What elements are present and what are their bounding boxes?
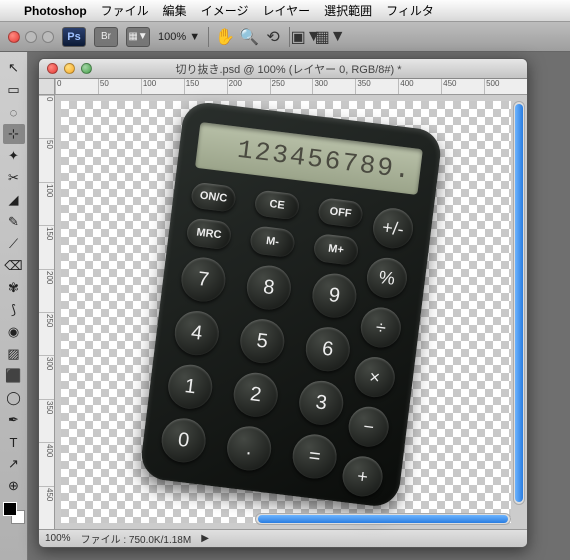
- menu-file[interactable]: ファイル: [101, 2, 149, 19]
- doc-close-icon[interactable]: [47, 63, 58, 74]
- calc-btn-3: 3: [297, 378, 346, 427]
- tool-lasso[interactable]: ◌: [3, 102, 25, 122]
- calc-btn-2: 2: [231, 370, 280, 419]
- vertical-scrollbar[interactable]: [513, 101, 525, 505]
- tool-dodge[interactable]: ⬛: [3, 366, 25, 386]
- menu-layer[interactable]: レイヤー: [262, 2, 310, 19]
- calc-btn-div: ÷: [359, 305, 404, 350]
- document-titlebar[interactable]: 切り抜き.psd @ 100% (レイヤー 0, RGB/8#) *: [39, 59, 527, 79]
- menubar: Photoshop ファイル 編集 イメージ レイヤー 選択範囲 フィルタ: [0, 0, 570, 22]
- tool-heal[interactable]: ✎: [3, 212, 25, 232]
- tool-slice[interactable]: ✂: [3, 168, 25, 188]
- calc-btn-dot: .: [225, 424, 274, 473]
- hand-tool-icon[interactable]: ✋: [217, 29, 233, 45]
- horizontal-scrollbar[interactable]: [255, 513, 511, 525]
- calc-btn-sub: −: [346, 404, 391, 449]
- tool-blur[interactable]: ▨: [3, 344, 25, 364]
- zoom-tool-icon[interactable]: 🔍: [241, 29, 257, 45]
- tool-shape[interactable]: ↗: [3, 454, 25, 474]
- calc-btn-7: 7: [179, 255, 228, 304]
- close-icon[interactable]: [8, 31, 20, 43]
- calc-btn-6: 6: [303, 325, 352, 374]
- calc-btn-5: 5: [238, 317, 287, 366]
- tool-wand[interactable]: ⊹: [3, 124, 25, 144]
- tool-pen[interactable]: ◯: [3, 388, 25, 408]
- canvas[interactable]: 123456789. ON/C CE OFF MRC M- M+ 789: [55, 95, 527, 529]
- tool-crop[interactable]: ✦: [3, 146, 25, 166]
- calculator-image: 123456789. ON/C CE OFF MRC M- M+ 789: [139, 100, 443, 509]
- status-arrow-icon[interactable]: ▶: [201, 533, 209, 544]
- calc-btn-onc: ON/C: [190, 182, 237, 213]
- tool-3d[interactable]: ⊕: [3, 476, 25, 496]
- calc-btn-mul: ×: [352, 355, 397, 400]
- calc-btn-add: +: [340, 454, 385, 499]
- zoom-level[interactable]: 100% ▼: [158, 31, 200, 43]
- calc-btn-plusminus: +/-: [371, 206, 416, 251]
- calc-display: 123456789.: [195, 122, 423, 195]
- tool-eraser[interactable]: ⟆: [3, 300, 25, 320]
- screen-mode-icon[interactable]: ▣▼: [298, 29, 314, 45]
- separator: [208, 27, 209, 47]
- calc-btn-4: 4: [172, 309, 221, 358]
- calc-btn-ce: CE: [254, 189, 301, 220]
- calc-btn-0: 0: [159, 416, 208, 465]
- ps-icon[interactable]: Ps: [62, 27, 86, 47]
- status-zoom[interactable]: 100%: [45, 533, 71, 544]
- tool-eyedropper[interactable]: ◢: [3, 190, 25, 210]
- tool-stamp[interactable]: ⌫: [3, 256, 25, 276]
- workspace: ↖ ▭ ◌ ⊹ ✦ ✂ ◢ ✎ ⟋ ⌫ ✾ ⟆ ◉ ▨ ⬛ ◯ ✒ T ↗ ⊕ …: [0, 52, 570, 560]
- calc-btn-mplus: M+: [312, 233, 359, 266]
- minimize-icon[interactable]: [25, 31, 37, 43]
- vscroll-thumb[interactable]: [515, 104, 523, 502]
- ruler-vertical: 050100150200250300350400450: [39, 95, 55, 529]
- ruler-corner: [39, 79, 55, 95]
- calc-btn-off: OFF: [317, 197, 364, 228]
- calc-btn-mminus: M-: [249, 225, 296, 258]
- menu-image[interactable]: イメージ: [201, 2, 249, 19]
- options-bar: Ps Br ▦▼ 100% ▼ ✋ 🔍 ⟲ ▣▼ ▦▼: [0, 22, 570, 52]
- tool-gradient[interactable]: ◉: [3, 322, 25, 342]
- optbar-traffic: [8, 31, 54, 43]
- menu-select[interactable]: 選択範囲: [324, 2, 372, 19]
- hscroll-thumb[interactable]: [258, 515, 508, 523]
- tool-panel: ↖ ▭ ◌ ⊹ ✦ ✂ ◢ ✎ ⟋ ⌫ ✾ ⟆ ◉ ▨ ⬛ ◯ ✒ T ↗ ⊕: [0, 52, 28, 560]
- calc-btn-1: 1: [166, 362, 215, 411]
- ruler-horizontal: 050100150200250300350400450500: [55, 79, 527, 95]
- tool-marquee[interactable]: ▭: [3, 80, 25, 100]
- zoom-icon[interactable]: [42, 31, 54, 43]
- menu-filter[interactable]: フィルタ: [386, 2, 434, 19]
- calc-btn-9: 9: [310, 271, 359, 320]
- status-file: ファイル : 750.0K/1.18M: [81, 531, 192, 546]
- bridge-button[interactable]: Br: [94, 27, 118, 47]
- tool-move[interactable]: ↖: [3, 58, 25, 78]
- calc-btn-8: 8: [244, 263, 293, 312]
- grid-icon[interactable]: ▦▼: [322, 29, 338, 45]
- tool-history[interactable]: ✾: [3, 278, 25, 298]
- calc-btn-mrc: MRC: [185, 217, 232, 250]
- tool-path[interactable]: T: [3, 432, 25, 452]
- document-window: 切り抜き.psd @ 100% (レイヤー 0, RGB/8#) * 05010…: [38, 58, 528, 548]
- calc-btn-eq: =: [290, 432, 339, 481]
- layout-button[interactable]: ▦▼: [126, 27, 150, 47]
- color-swatch[interactable]: [3, 502, 25, 524]
- menu-edit[interactable]: 編集: [163, 2, 187, 19]
- tool-brush[interactable]: ⟋: [3, 234, 25, 254]
- calc-btn-percent: %: [365, 256, 410, 301]
- status-bar: 100% ファイル : 750.0K/1.18M ▶: [39, 529, 527, 547]
- tool-type[interactable]: ✒: [3, 410, 25, 430]
- rotate-tool-icon[interactable]: ⟲: [265, 29, 281, 45]
- document-title: 切り抜き.psd @ 100% (レイヤー 0, RGB/8#) *: [58, 61, 519, 77]
- app-name[interactable]: Photoshop: [24, 4, 87, 18]
